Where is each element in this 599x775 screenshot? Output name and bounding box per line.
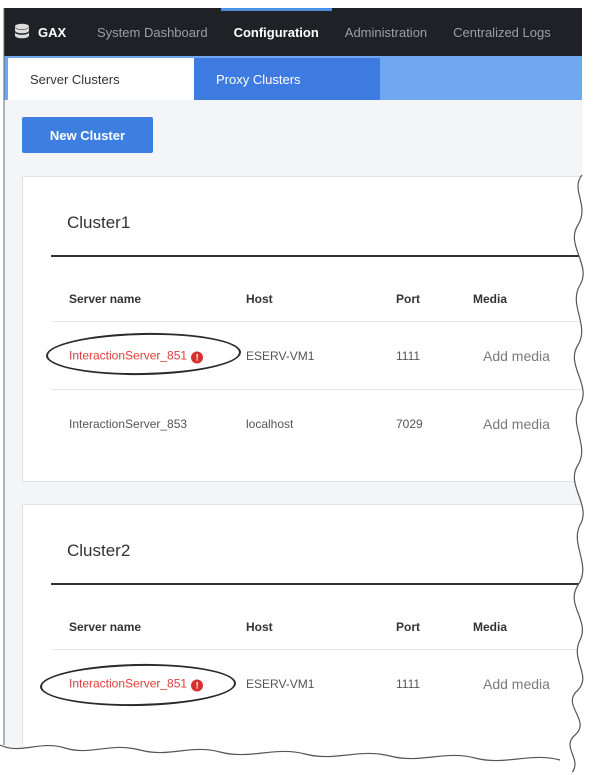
column-header-port: Port	[396, 292, 420, 306]
nav-administration[interactable]: Administration	[332, 8, 440, 56]
nav-system-dashboard[interactable]: System Dashboard	[84, 8, 221, 56]
server-name-cell[interactable]: InteractionServer_851!	[69, 348, 204, 363]
sub-tabs: Server Clusters Proxy Clusters	[4, 56, 599, 100]
column-header-server-name: Server name	[69, 620, 142, 634]
brand-label: GAX	[38, 24, 67, 40]
add-media-link[interactable]: Add media	[483, 416, 550, 432]
divider	[51, 255, 599, 257]
error-icon: !	[191, 679, 204, 691]
column-header-media: Media	[473, 620, 508, 634]
server-name-link[interactable]: InteractionServer_851	[69, 676, 187, 690]
cluster-title: Cluster2	[67, 541, 131, 560]
table-row[interactable]: InteractionServer_851! ESERV-VM1 1111 Ad…	[51, 649, 599, 717]
divider	[51, 583, 599, 585]
table-row[interactable]: InteractionServer_853 localhost 7029 Add…	[51, 389, 599, 457]
host-cell: ESERV-VM1	[246, 676, 315, 691]
top-nav: GAX System Dashboard Configuration Admin…	[4, 8, 599, 56]
app-window: GAX System Dashboard Configuration Admin…	[0, 0, 599, 775]
column-header-host: Host	[246, 292, 273, 306]
cluster-card: Cluster1 Server name Host Port Media Int…	[22, 176, 599, 482]
add-media-link[interactable]: Add media	[483, 348, 550, 364]
brand[interactable]: GAX	[4, 23, 84, 41]
main-content: New Cluster Cluster1 Server name Host Po…	[4, 100, 599, 775]
cluster-card: Cluster2 Server name Host Port Media Int…	[22, 504, 599, 775]
cluster-title: Cluster1	[67, 213, 131, 232]
host-cell: localhost	[246, 416, 294, 431]
column-header-media: Media	[473, 292, 508, 306]
server-name-link[interactable]: InteractionServer_851	[69, 348, 187, 362]
column-header-port: Port	[396, 620, 420, 634]
new-cluster-button[interactable]: New Cluster	[22, 117, 153, 153]
column-header-server-name: Server name	[69, 292, 142, 306]
nav-centralized-logs[interactable]: Centralized Logs	[440, 8, 564, 56]
port-cell: 7029	[396, 416, 423, 431]
add-media-link[interactable]: Add media	[483, 676, 550, 692]
table-row[interactable]: InteractionServer_851! ESERV-VM1 1111 Ad…	[51, 321, 599, 389]
port-cell: 1111	[396, 676, 421, 691]
tab-proxy-clusters[interactable]: Proxy Clusters	[194, 58, 380, 100]
port-cell: 1111	[396, 348, 421, 363]
nav-configuration[interactable]: Configuration	[220, 8, 333, 56]
server-name-cell[interactable]: InteractionServer_851!	[69, 676, 204, 691]
table-header: Server name Host Port Media	[51, 605, 599, 649]
database-icon	[15, 23, 29, 39]
host-cell: ESERV-VM1	[246, 348, 315, 363]
column-header-host: Host	[246, 620, 273, 634]
error-icon: !	[191, 351, 204, 363]
table-header: Server name Host Port Media	[51, 277, 599, 321]
tab-server-clusters[interactable]: Server Clusters	[8, 58, 194, 100]
server-name-cell[interactable]: InteractionServer_853	[69, 417, 187, 431]
